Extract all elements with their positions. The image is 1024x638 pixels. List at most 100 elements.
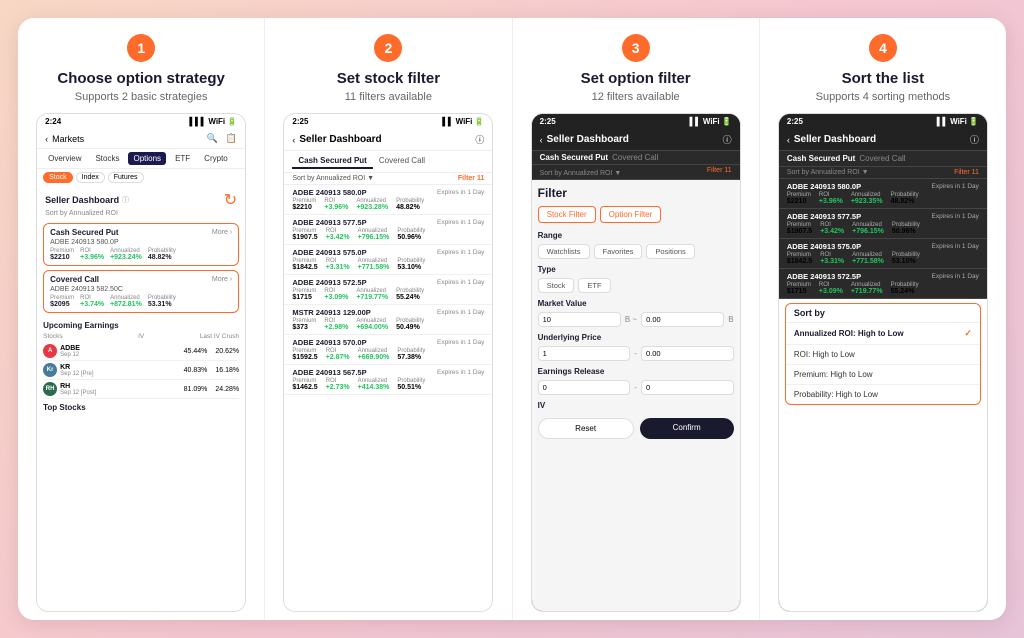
- wifi-icon-2: WiFi: [456, 117, 473, 126]
- filter-price-min[interactable]: 1: [538, 346, 631, 361]
- phone3-bg-tabs: Cash Secured Put Covered Call: [532, 151, 740, 165]
- phone-4: 2:25 ▌▌ WiFi 🔋 ‹ Seller Dashboard ⓘ Cash…: [778, 113, 988, 612]
- step-2-column: 2 Set stock filter 11 filters available …: [265, 18, 512, 620]
- phone4-option-2[interactable]: ADBE 240913 575.0P Expires in 1 Day Prem…: [779, 239, 987, 269]
- strategy-card-cc[interactable]: Covered Call More › ADBE 240913 582.50C …: [43, 270, 239, 313]
- phone1-content: Cash Secured Put More › ADBE 240913 580.…: [37, 219, 245, 611]
- step-1-number: 1: [127, 34, 155, 62]
- filter-confirm-button[interactable]: Confirm: [640, 418, 734, 439]
- option-item-1[interactable]: ADBE 240913 577.5P Expires in 1 Day Prem…: [284, 215, 492, 245]
- filter-earnings-label: Earnings Release: [538, 367, 734, 376]
- option-expires-1: Expires in 1 Day: [437, 219, 484, 226]
- option-expires-5: Expires in 1 Day: [437, 339, 484, 346]
- step-3-title: Set option filter: [581, 70, 691, 87]
- filter-tab-stock[interactable]: Stock Filter: [538, 206, 596, 223]
- chip-stock[interactable]: Stock: [538, 278, 575, 293]
- sort-option-probability[interactable]: Probability: High to Low: [786, 385, 980, 404]
- filter-reset-button[interactable]: Reset: [538, 418, 634, 439]
- phone4-filter-btn[interactable]: Filter 11: [954, 169, 979, 176]
- filter-earnings-min[interactable]: 0: [538, 380, 631, 395]
- tab-stocks[interactable]: Stocks: [90, 152, 124, 165]
- battery-icon-2: 🔋: [474, 117, 484, 126]
- filter-marketval-label: Market Value: [538, 299, 734, 308]
- chip-watchlists[interactable]: Watchlists: [538, 244, 590, 259]
- more-btn-cc[interactable]: More ›: [212, 276, 232, 283]
- tab-etf[interactable]: ETF: [170, 152, 195, 165]
- option-ticker-6: ADBE 240913 567.5P: [292, 368, 366, 377]
- filter-modal-title: Filter: [538, 186, 734, 200]
- filter-marketval-max[interactable]: 0.00: [641, 312, 724, 327]
- back-icon-3[interactable]: ‹: [540, 135, 543, 145]
- back-icon-2[interactable]: ‹: [292, 135, 295, 145]
- strategy-card-csp[interactable]: Cash Secured Put More › ADBE 240913 580.…: [43, 223, 239, 266]
- phone2-sort-text[interactable]: Sort by Annualized ROI ▼: [292, 175, 374, 182]
- filter-tab-row: Stock Filter Option Filter: [538, 206, 734, 223]
- col-stocks: Stocks: [43, 333, 63, 340]
- back-icon[interactable]: ‹: [45, 134, 48, 144]
- more-btn-csp[interactable]: More ›: [212, 229, 232, 236]
- option-item-0[interactable]: ADBE 240913 580.0P Expires in 1 Day Prem…: [284, 185, 492, 215]
- phone2-filter-btn[interactable]: Filter 11: [458, 175, 484, 182]
- info-icon-2[interactable]: ⓘ: [475, 133, 484, 146]
- battery-icon-3: 🔋: [722, 117, 732, 126]
- option-item-2[interactable]: ADBE 240913 575.0P Expires in 1 Day Prem…: [284, 245, 492, 275]
- tab-cc-2[interactable]: Covered Call: [373, 154, 431, 169]
- phone4-option-0[interactable]: ADBE 240913 580.0P Expires in 1 Day Prem…: [779, 179, 987, 209]
- tab-options[interactable]: Options: [128, 152, 166, 165]
- filter-price-label: Underlying Price: [538, 333, 734, 342]
- sort-option-ann-roi[interactable]: Annualized ROI: High to Low ✓: [786, 323, 980, 345]
- chip-positions[interactable]: Positions: [646, 244, 694, 259]
- filter-iv-label: IV: [538, 401, 734, 410]
- phone4-status-bar: 2:25 ▌▌ WiFi 🔋: [779, 114, 987, 129]
- phone-3: 2:25 ▌▌ WiFi 🔋 ‹ Seller Dashboard ⓘ Cash…: [531, 113, 741, 612]
- notification-icon[interactable]: 📋: [226, 133, 237, 144]
- phone1-status-icons: ▌▌▌ WiFi 🔋: [189, 117, 237, 126]
- info-icon-4[interactable]: ⓘ: [970, 133, 979, 146]
- option-item-6[interactable]: ADBE 240913 567.5P Expires in 1 Day Prem…: [284, 365, 492, 395]
- filter-stock[interactable]: Stock: [43, 172, 73, 183]
- filter-price-max[interactable]: 0.00: [641, 346, 734, 361]
- phone1-status-bar: 2:24 ▌▌▌ WiFi 🔋: [37, 114, 245, 129]
- wifi-icon: WiFi: [208, 117, 225, 126]
- filter-futures[interactable]: Futures: [108, 172, 144, 183]
- rh-date: Sep 12 [Post]: [60, 390, 96, 396]
- filter-index[interactable]: Index: [76, 172, 105, 183]
- phone4-nav: ‹ Seller Dashboard ⓘ: [779, 129, 987, 151]
- step-2-subtitle: 11 filters available: [345, 91, 432, 103]
- phone4-option-3[interactable]: ADBE 240913 572.5P Expires in 1 Day Prem…: [779, 269, 987, 299]
- sort-option-roi[interactable]: ROI: High to Low: [786, 345, 980, 365]
- phone4-option-1[interactable]: ADBE 240913 577.5P Expires in 1 Day Prem…: [779, 209, 987, 239]
- kr-crush: 16.18%: [215, 367, 239, 374]
- step-4-title: Sort the list: [842, 70, 925, 87]
- adbe-iv: 45.44%: [184, 348, 208, 355]
- filter-earnings-max[interactable]: 0: [641, 380, 734, 395]
- filter-tab-option[interactable]: Option Filter: [600, 206, 662, 223]
- option-expires-0: Expires in 1 Day: [437, 189, 484, 196]
- kr-ticker: KR: [60, 364, 93, 371]
- phone1-nav-title: Markets: [52, 134, 84, 144]
- option-item-3[interactable]: ADBE 240913 572.5P Expires in 1 Day Prem…: [284, 275, 492, 305]
- tab-overview[interactable]: Overview: [43, 152, 86, 165]
- phone4-ticker-3: ADBE 240913 572.5P: [787, 272, 861, 281]
- phone4-status-icons: ▌▌ WiFi 🔋: [937, 117, 979, 126]
- chip-etf[interactable]: ETF: [578, 278, 610, 293]
- tab-csp-4[interactable]: Cash Secured Put: [787, 154, 855, 163]
- phone4-ticker-2: ADBE 240913 575.0P: [787, 242, 861, 251]
- option-item-5[interactable]: ADBE 240913 570.0P Expires in 1 Day Prem…: [284, 335, 492, 365]
- tab-cc-4[interactable]: Covered Call: [859, 154, 905, 163]
- option-ticker-0: ADBE 240913 580.0P: [292, 188, 366, 197]
- chip-favorites[interactable]: Favorites: [594, 244, 643, 259]
- phone4-sort-text[interactable]: Sort by Annualized ROI ▼: [787, 169, 869, 176]
- strategy-name-csp: Cash Secured Put: [50, 228, 118, 237]
- tab-crypto[interactable]: Crypto: [199, 152, 233, 165]
- filter-price-sep: -: [634, 349, 637, 358]
- tab-csp-2[interactable]: Cash Secured Put: [292, 154, 372, 169]
- option-item-4[interactable]: MSTR 240913 129.00P Expires in 1 Day Pre…: [284, 305, 492, 335]
- sort-option-premium[interactable]: Premium: High to Low: [786, 365, 980, 385]
- info-icon: ⓘ: [122, 195, 129, 205]
- info-icon-3[interactable]: ⓘ: [723, 133, 732, 146]
- value-premium-csp: $2210: [50, 254, 74, 261]
- filter-marketval-min[interactable]: 10: [538, 312, 621, 327]
- back-icon-4[interactable]: ‹: [787, 135, 790, 145]
- search-icon[interactable]: 🔍: [207, 133, 218, 144]
